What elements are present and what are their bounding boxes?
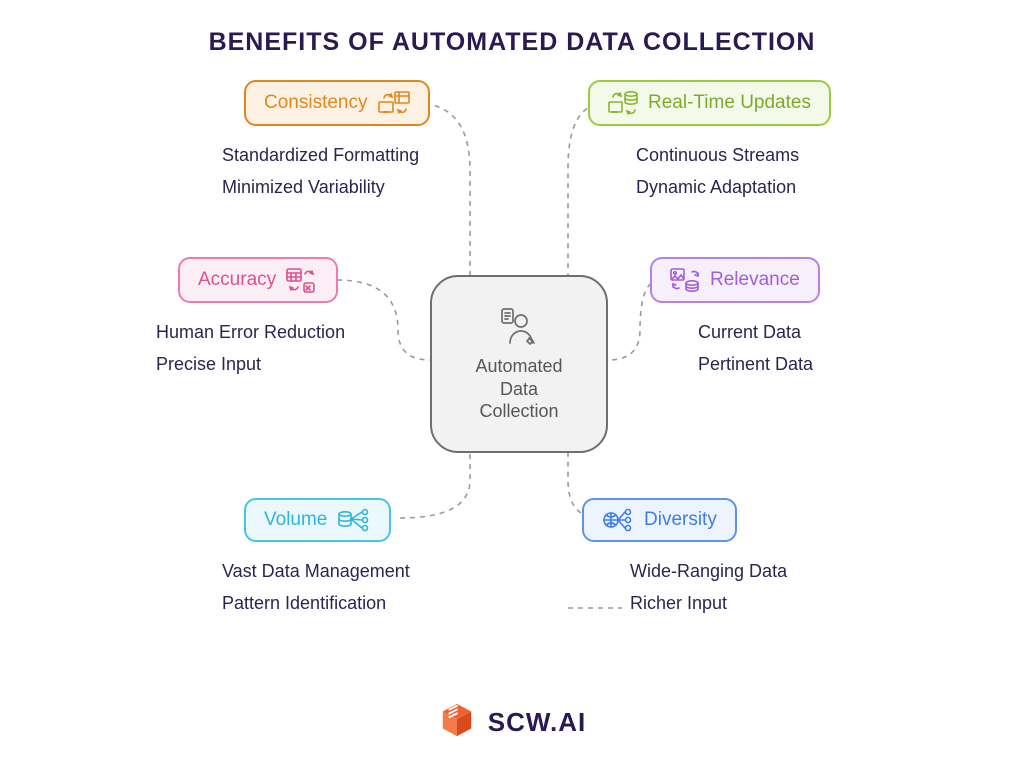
bullet: Dynamic Adaptation <box>636 172 831 204</box>
realtime-label: Real-Time Updates <box>648 92 811 114</box>
db-nodes-icon <box>337 508 371 532</box>
bullet: Human Error Reduction <box>156 317 345 349</box>
benefit-accuracy: Accuracy Human Error Reduction Precise I… <box>178 257 345 380</box>
relevance-bullets: Current Data Pertinent Data <box>698 317 820 380</box>
volume-label: Volume <box>264 509 327 531</box>
user-data-icon <box>496 305 542 347</box>
sync-db-icon <box>608 90 638 116</box>
realtime-pill: Real-Time Updates <box>588 80 831 126</box>
benefit-realtime: Real-Time Updates Continuous Streams Dyn… <box>588 80 831 203</box>
consistency-pill: Consistency <box>244 80 430 126</box>
bullet: Richer Input <box>630 588 787 620</box>
center-label: AutomatedDataCollection <box>475 355 562 423</box>
benefit-diversity: Diversity Wide-Ranging Data Richer Input <box>582 498 787 619</box>
accuracy-pill: Accuracy <box>178 257 338 303</box>
benefit-relevance: Relevance Current Data Pertinent Data <box>650 257 820 380</box>
bullet: Precise Input <box>156 349 345 381</box>
bullet: Standardized Formatting <box>222 140 430 172</box>
benefit-consistency: Consistency Standardized Formatting Mini… <box>244 80 430 203</box>
accuracy-label: Accuracy <box>198 269 276 291</box>
bullet: Wide-Ranging Data <box>630 556 787 588</box>
bullet: Minimized Variability <box>222 172 430 204</box>
diversity-bullets: Wide-Ranging Data Richer Input <box>630 556 787 619</box>
brand-text: SCW.AI <box>488 707 586 738</box>
relevance-label: Relevance <box>710 269 800 291</box>
image-db-icon <box>670 267 700 293</box>
diversity-pill: Diversity <box>582 498 737 542</box>
accuracy-bullets: Human Error Reduction Precise Input <box>156 317 345 380</box>
bullet: Continuous Streams <box>636 140 831 172</box>
relevance-pill: Relevance <box>650 257 820 303</box>
bullet: Vast Data Management <box>222 556 410 588</box>
diversity-label: Diversity <box>644 509 717 531</box>
calc-xfer-icon <box>286 267 318 293</box>
bullet: Pattern Identification <box>222 588 410 620</box>
center-node: AutomatedDataCollection <box>430 275 608 453</box>
bullet: Pertinent Data <box>698 349 820 381</box>
consistency-bullets: Standardized Formatting Minimized Variab… <box>222 140 430 203</box>
realtime-bullets: Continuous Streams Dynamic Adaptation <box>636 140 831 203</box>
page-title: BENEFITS OF AUTOMATED DATA COLLECTION <box>0 28 1024 57</box>
volume-bullets: Vast Data Management Pattern Identificat… <box>222 556 410 619</box>
bullet: Current Data <box>698 317 820 349</box>
consistency-label: Consistency <box>264 92 368 114</box>
volume-pill: Volume <box>244 498 391 542</box>
scw-cube-icon <box>438 701 476 744</box>
globe-nodes-icon <box>602 508 634 532</box>
benefit-volume: Volume Vast Data Management Pattern Iden… <box>244 498 410 619</box>
sync-table-icon <box>378 90 410 116</box>
footer-brand: SCW.AI <box>0 701 1024 744</box>
